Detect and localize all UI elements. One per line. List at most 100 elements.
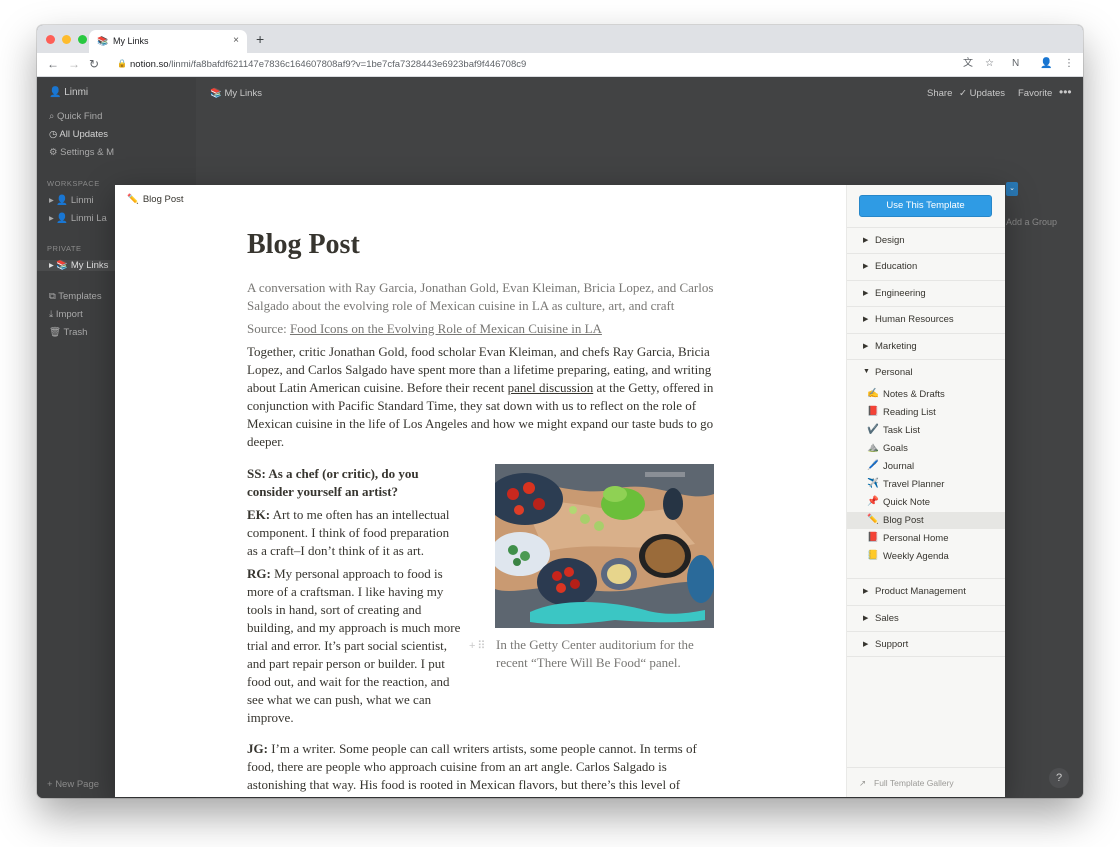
category-label: Sales — [875, 613, 899, 624]
category-sales[interactable]: ▶ Sales — [847, 605, 1005, 631]
address-bar[interactable]: notion.so/linmi/fa8bafdf621147e7836c1646… — [130, 59, 526, 70]
quick-find-label: Quick Find — [56, 111, 103, 122]
speaker-label: RG: — [247, 566, 271, 581]
search-icon: ⌕ — [49, 111, 57, 122]
sidebar-all-updates[interactable]: ◷ All Updates — [49, 129, 108, 140]
books-icon: 📚 — [97, 36, 109, 46]
minimize-window-button[interactable] — [62, 35, 71, 44]
triangle-right-icon: ▶ — [863, 316, 869, 323]
back-icon[interactable]: ← — [47, 57, 59, 71]
template-list-panel: Use This Template ▶ Design ▶ Education ▶ En… — [846, 185, 1005, 797]
template-travel-planner[interactable]: ✈️ Travel Planner — [847, 476, 1005, 493]
page-title: Blog Post — [247, 229, 360, 260]
use-this-template-button[interactable]: Use This Template — [859, 195, 992, 217]
template-reading-list[interactable]: 📕 Reading List — [847, 404, 1005, 421]
close-window-button[interactable] — [46, 35, 55, 44]
menu-dots-icon[interactable]: ⋮ — [1064, 58, 1074, 70]
chevron-right-icon: ▸ 📚 — [49, 260, 71, 271]
speaker-label: EK: — [247, 507, 271, 522]
templates-icon: ⧉ — [49, 291, 59, 302]
category-design[interactable]: ▶ Design — [847, 227, 1005, 253]
template-quick-note[interactable]: 📌 Quick Note — [847, 494, 1005, 511]
help-button[interactable]: ? — [1049, 768, 1069, 788]
favorite-button[interactable]: Favorite — [1018, 88, 1052, 99]
triangle-right-icon: ▶ — [863, 290, 869, 297]
food-photo-illustration — [495, 464, 714, 628]
gear-icon: ⚙ — [49, 147, 61, 158]
clock-icon: ◷ — [49, 129, 60, 140]
template-goals[interactable]: ⛰️ Goals — [847, 440, 1005, 457]
category-human-resources[interactable]: ▶ Human Resources — [847, 306, 1005, 332]
category-label: Design — [875, 235, 905, 246]
pushpin-icon: 📌 — [867, 496, 879, 507]
writing-hand-icon: ✍️ — [867, 388, 879, 399]
template-label: Travel Planner — [883, 479, 945, 490]
source-link[interactable]: Food Icons on the Evolving Role of Mexic… — [290, 321, 602, 336]
import-label: Import — [55, 309, 83, 320]
sidebar-import[interactable]: ⤓ Import — [49, 309, 83, 320]
updates-button[interactable]: ✓ Updates — [959, 88, 1005, 99]
red-book-icon: 📕 — [867, 532, 879, 543]
template-label: Personal Home — [883, 533, 949, 544]
category-personal[interactable]: ▼ Personal — [847, 359, 1005, 385]
template-preview: ✏️ Blog Post Blog Post A conversation wit… — [115, 185, 846, 797]
full-template-gallery-link[interactable]: ↗ Full Template Gallery — [847, 767, 1005, 797]
chevron-right-icon: ▸ 👤 — [49, 213, 71, 224]
block-drag-handle-icon[interactable]: +⠿ — [469, 639, 487, 652]
forward-icon[interactable]: → — [68, 57, 80, 71]
category-product-management[interactable]: ▶ Product Management — [847, 578, 1005, 604]
more-icon[interactable]: ••• — [1059, 85, 1072, 99]
category-label: Marketing — [875, 341, 917, 352]
pencil-icon: ✏️ — [127, 194, 139, 205]
maximize-window-button[interactable] — [78, 35, 87, 44]
templates-label: Templates — [58, 291, 102, 302]
category-marketing[interactable]: ▶ Marketing — [847, 333, 1005, 359]
sidebar-settings[interactable]: ⚙ Settings & M — [49, 147, 114, 158]
mountain-icon: ⛰️ — [867, 442, 879, 453]
template-notes-drafts[interactable]: ✍️ Notes & Drafts — [847, 386, 1005, 403]
intro-paragraph: A conversation with Ray Garcia, Jonathan… — [247, 280, 714, 313]
new-tab-button[interactable]: + — [256, 32, 264, 46]
template-journal[interactable]: 🖊️ Journal — [847, 458, 1005, 475]
answer-text: I’m a writer. Some people can call write… — [247, 741, 697, 797]
template-task-list[interactable]: ✔️ Task List — [847, 422, 1005, 439]
sidebar-trash[interactable]: 🗑 Trash — [49, 327, 87, 338]
extension-icon[interactable]: N — [1012, 58, 1019, 70]
sidebar-item-label: Linmi La — [70, 213, 107, 224]
notion-app: 👤 Linmi ⌕ Quick Find ◷ All Updates ⚙ Set… — [37, 78, 1083, 798]
tab-title: My Links — [113, 36, 149, 46]
new-page-button[interactable]: + New Page — [47, 779, 99, 790]
airplane-icon: ✈️ — [867, 478, 879, 489]
new-page-label: New Page — [55, 779, 100, 790]
sidebar-item-linmi[interactable]: ▸ 👤 Linmi — [49, 195, 94, 206]
breadcrumb[interactable]: 📚 My Links — [210, 88, 262, 99]
panel-discussion-link[interactable]: panel discussion — [508, 380, 594, 395]
answer-rg: RG: My personal approach to food is more… — [247, 565, 465, 727]
category-engineering[interactable]: ▶ Engineering — [847, 280, 1005, 306]
category-support[interactable]: ▶ Support — [847, 631, 1005, 657]
template-weekly-agenda[interactable]: 📒 Weekly Agenda — [847, 548, 1005, 565]
triangle-right-icon: ▶ — [863, 343, 869, 350]
browser-tab[interactable]: 📚 My Links × — [89, 30, 247, 53]
close-tab-icon[interactable]: × — [233, 35, 239, 46]
template-picker-modal: ✏️ Blog Post Blog Post A conversation wit… — [115, 185, 1005, 797]
category-education[interactable]: ▶ Education — [847, 253, 1005, 279]
workspace-switcher[interactable]: 👤 Linmi — [49, 87, 88, 98]
template-label: Blog Post — [883, 515, 924, 526]
sidebar-templates[interactable]: ⧉ Templates — [49, 291, 102, 302]
translate-icon[interactable]: 文 — [963, 58, 973, 70]
answer-jg: JG: I’m a writer. Some people can call w… — [247, 740, 707, 797]
share-button[interactable]: Share — [927, 88, 952, 99]
sidebar-item-label: My Links — [70, 260, 109, 271]
source-line: Source: Food Icons on the Evolving Role … — [247, 320, 602, 338]
sidebar-item-linmi-la[interactable]: ▸ 👤 Linmi La — [49, 213, 107, 224]
template-blog-post[interactable]: ✏️ Blog Post — [847, 512, 1005, 529]
star-icon[interactable]: ☆ — [985, 58, 994, 70]
template-personal-home[interactable]: 📕 Personal Home — [847, 530, 1005, 547]
profile-avatar-icon[interactable]: 👤 — [1040, 58, 1052, 70]
reload-icon[interactable]: ↻ — [89, 57, 99, 71]
sidebar-quick-find[interactable]: ⌕ Quick Find — [49, 111, 102, 122]
tab-bar: 📚 My Links × + — [37, 25, 1083, 53]
settings-label: Settings & M — [60, 147, 115, 158]
browser-window: 📚 My Links × + ← → ↻ 🔒 notion.so/linmi/f… — [37, 25, 1083, 798]
